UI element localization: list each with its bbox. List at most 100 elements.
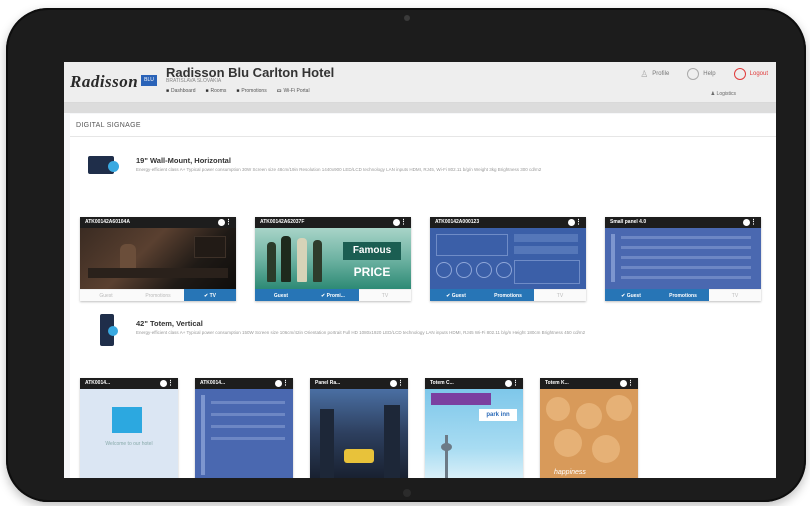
preview-bar bbox=[201, 395, 205, 475]
preview-cookie bbox=[576, 403, 602, 429]
screen-preview bbox=[195, 389, 293, 478]
tab-tv[interactable]: ✔ TV bbox=[184, 289, 236, 301]
card-id: ATK00142A60104A bbox=[85, 219, 130, 225]
more-icon[interactable]: ⋮ bbox=[225, 218, 232, 227]
preview-block bbox=[514, 246, 578, 254]
page-subtitle: BRATISLAVA SLOVAKIA bbox=[166, 78, 222, 84]
card-header: Totem C... ⋮ bbox=[425, 378, 523, 389]
help-link[interactable]: Help bbox=[687, 68, 716, 80]
tab-guest[interactable]: ✔ Guest bbox=[605, 289, 657, 301]
logistics-link[interactable]: ♟ Logistics bbox=[711, 91, 736, 97]
more-icon[interactable]: ⋮ bbox=[575, 218, 582, 227]
preview-line bbox=[211, 413, 285, 416]
screen-preview bbox=[430, 228, 586, 289]
preview-tower bbox=[441, 443, 452, 451]
nav-rooms[interactable]: ■ Rooms bbox=[206, 88, 227, 94]
tab-tv[interactable]: TV bbox=[709, 289, 761, 301]
home-icon: ■ bbox=[166, 88, 170, 94]
preview-banner bbox=[431, 393, 491, 405]
preview-line bbox=[621, 256, 751, 259]
signage-card[interactable]: ATK0014... ⋮ bbox=[195, 378, 293, 478]
power-icon bbox=[733, 68, 746, 80]
card-header: ATK00142A62037F ⋮ bbox=[255, 217, 411, 228]
header-band bbox=[64, 103, 776, 113]
preview-taxi bbox=[344, 449, 374, 463]
more-icon[interactable]: ⋮ bbox=[167, 379, 174, 388]
card-id: Totem C... bbox=[430, 380, 454, 386]
list-icon: ■ bbox=[236, 88, 240, 94]
card-header: ATK0014... ⋮ bbox=[80, 378, 178, 389]
tab-promotions[interactable]: ✔ Promi... bbox=[307, 289, 359, 301]
preview-cookie bbox=[606, 395, 632, 421]
preview-block bbox=[514, 260, 580, 284]
tab-tv[interactable]: TV bbox=[534, 289, 586, 301]
signage-card[interactable]: ATK00142A000123 ⋮ ✔ Guest Promotions TV bbox=[430, 217, 586, 301]
panel-title: DIGITAL SIGNAGE bbox=[76, 122, 141, 129]
signage-card[interactable]: Totem K... ⋮ happiness bbox=[540, 378, 638, 478]
card-id: Totem K... bbox=[545, 380, 569, 386]
screen-preview: Welcome to our hotel bbox=[80, 389, 178, 478]
signage-card[interactable]: ATK00142A62037F ⋮ Famous PRICE Guest ✔ P… bbox=[255, 217, 411, 301]
tablet-frame: Radisson BLU Radisson Blu Carlton Hotel … bbox=[6, 8, 806, 502]
nav-dashboard[interactable]: ■ Dashboard bbox=[166, 88, 196, 94]
weather-icon bbox=[476, 262, 492, 278]
more-icon[interactable]: ⋮ bbox=[400, 218, 407, 227]
card-id: ATK00142A000123 bbox=[435, 219, 480, 225]
weather-row bbox=[436, 262, 512, 278]
gear-icon[interactable] bbox=[620, 380, 627, 387]
signage-card[interactable]: ATK0014... ⋮ Welcome to our hotel bbox=[80, 378, 178, 478]
screen-preview: park inn bbox=[425, 389, 523, 478]
card-tabs: ✔ Guest Promotions TV bbox=[605, 289, 761, 301]
monitor-icon: ▭ bbox=[276, 88, 282, 94]
gear-icon[interactable] bbox=[505, 380, 512, 387]
more-icon[interactable]: ⋮ bbox=[397, 379, 404, 388]
bottle-image bbox=[281, 236, 291, 282]
gear-icon[interactable] bbox=[393, 219, 400, 226]
tab-promotions[interactable]: Promotions bbox=[482, 289, 534, 301]
logout-button[interactable]: Logout bbox=[733, 68, 768, 80]
more-icon[interactable]: ⋮ bbox=[512, 379, 519, 388]
preview-tower bbox=[445, 435, 448, 478]
gear-icon[interactable] bbox=[743, 219, 750, 226]
signage-card[interactable]: Small panel 4.0 ⋮ ✔ Guest Promotions TV bbox=[605, 217, 761, 301]
gear-icon[interactable] bbox=[568, 219, 575, 226]
gear-icon[interactable] bbox=[390, 380, 397, 387]
more-icon[interactable]: ⋮ bbox=[750, 218, 757, 227]
preview-line bbox=[621, 246, 751, 249]
screen-preview: Famous PRICE bbox=[255, 228, 411, 289]
gear-icon[interactable] bbox=[218, 219, 225, 226]
digital-signage-panel: DIGITAL SIGNAGE 19" Wall-Mount, Horizont… bbox=[70, 114, 776, 478]
user-icon: ♟ bbox=[710, 91, 716, 97]
nav-promotions[interactable]: ■ Promotions bbox=[236, 88, 266, 94]
tab-guest[interactable]: ✔ Guest bbox=[430, 289, 482, 301]
signage-card[interactable]: ATK00142A60104A ⋮ Guest Promotions ✔ TV bbox=[80, 217, 236, 301]
more-icon[interactable]: ⋮ bbox=[282, 379, 289, 388]
card-header: ATK00142A000123 ⋮ bbox=[430, 217, 586, 228]
home-button[interactable] bbox=[403, 489, 411, 497]
tab-promotions[interactable]: Promotions bbox=[132, 289, 184, 301]
profile-link[interactable]: ♙ Profile bbox=[640, 69, 669, 80]
card-header: ATK00142A60104A ⋮ bbox=[80, 217, 236, 228]
tab-guest[interactable]: Guest bbox=[80, 289, 132, 301]
weather-icon bbox=[436, 262, 452, 278]
preview-building bbox=[320, 409, 334, 478]
card-header: Totem K... ⋮ bbox=[540, 378, 638, 389]
divider bbox=[70, 136, 776, 137]
bottle-image bbox=[297, 238, 307, 282]
card-tabs: Guest Promotions ✔ TV bbox=[80, 289, 236, 301]
group-title: 19" Wall-Mount, Horizontal bbox=[136, 156, 231, 165]
more-icon[interactable]: ⋮ bbox=[627, 379, 634, 388]
gear-icon[interactable] bbox=[275, 380, 282, 387]
preview-caption: park inn bbox=[479, 409, 517, 421]
tab-promotions[interactable]: Promotions bbox=[657, 289, 709, 301]
signage-card[interactable]: Totem C... ⋮ park inn bbox=[425, 378, 523, 478]
signage-card[interactable]: Panel Ra... ⋮ bbox=[310, 378, 408, 478]
promo-text: Famous bbox=[343, 242, 401, 260]
tab-tv[interactable]: TV bbox=[359, 289, 411, 301]
gear-icon[interactable] bbox=[160, 380, 167, 387]
preview-cookie bbox=[554, 429, 582, 457]
tab-guest[interactable]: Guest bbox=[255, 289, 307, 301]
bottle-image bbox=[313, 240, 322, 282]
nav-wifi-portal[interactable]: ▭ Wi-Fi Portal bbox=[277, 88, 310, 94]
bottle-image bbox=[267, 242, 276, 282]
